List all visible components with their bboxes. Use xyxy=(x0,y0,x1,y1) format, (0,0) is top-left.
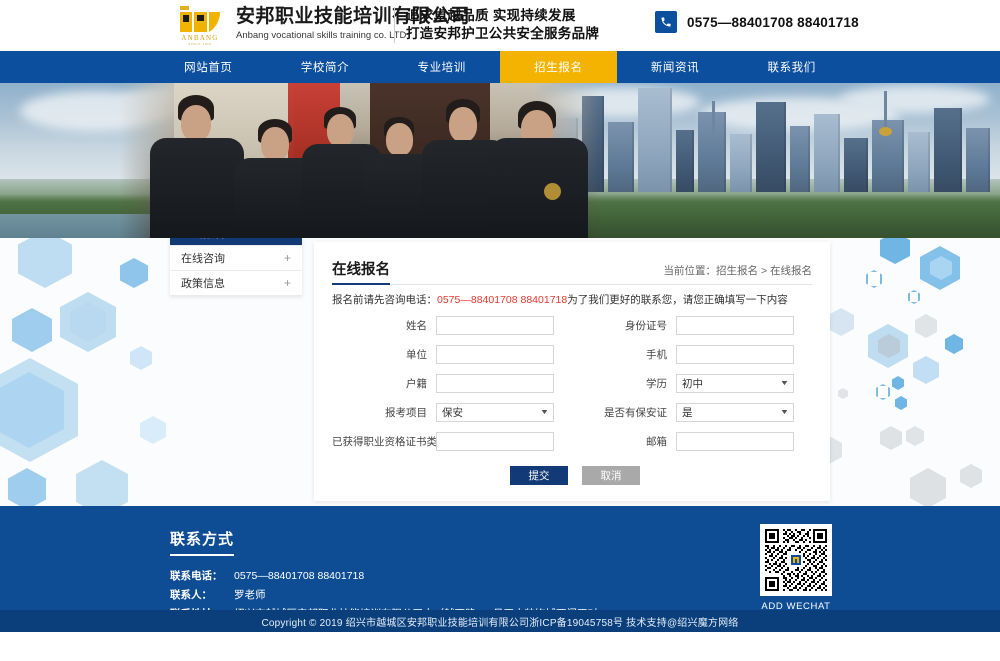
email-input[interactable] xyxy=(676,432,794,451)
nav-label: 新闻资讯 xyxy=(650,62,700,74)
phone-icon xyxy=(655,11,677,33)
anbang-logo-icon xyxy=(178,5,222,33)
mobile-input[interactable] xyxy=(676,345,794,364)
field-name: 姓名 xyxy=(332,316,572,335)
field-label: 学历 xyxy=(646,378,667,390)
form-actions: 提交 取消 xyxy=(332,466,812,485)
footer-row-phone: 联系电话： 0575—88401708 88401718 xyxy=(170,568,830,585)
nav-item-home[interactable]: 网站首页 xyxy=(150,51,267,83)
main-navigation: 网站首页 学校简介 专业培训 招生报名 新闻资讯 联系我们 xyxy=(0,51,1000,83)
field-unit: 单位 xyxy=(332,345,572,364)
wechat-qr-block: ADD WECHAT xyxy=(750,524,842,612)
chevron-down-icon: ▼ xyxy=(779,409,790,416)
sidebar-item-online-registration[interactable]: 在线报名 − xyxy=(170,238,302,246)
education-select-value: 初中 xyxy=(682,378,703,390)
nav-item-training[interactable]: 专业培训 xyxy=(383,51,500,83)
nav-item-about[interactable]: 学校简介 xyxy=(267,51,384,83)
program-select[interactable]: 保安 ▼ xyxy=(436,403,554,422)
nav-item-enrollment[interactable]: 招生报名 xyxy=(500,51,617,83)
site-footer: 联系方式 联系电话： 0575—88401708 88401718 联系人： 罗… xyxy=(0,506,1000,637)
field-label: 身份证号 xyxy=(625,320,667,332)
nav-label: 招生报名 xyxy=(534,62,583,74)
field-id-number: 身份证号 xyxy=(572,316,812,335)
footer-row-contact-person: 联系人： 罗老师 xyxy=(170,587,830,604)
has-cert-select-value: 是 xyxy=(682,407,693,419)
footer-key: 联系电话： xyxy=(170,570,223,582)
guard-figure xyxy=(488,83,592,238)
submit-button[interactable]: 提交 xyxy=(510,466,568,485)
main-content: 招生报名 招生简章 + 在线报名 − 在线咨询 + 政策信息 + xyxy=(0,238,1000,506)
program-select-value: 保安 xyxy=(442,407,463,419)
field-label: 手机 xyxy=(646,349,667,361)
form-notice: 报名前请先咨询电话：0575—88401708 88401718为了我们更好的联… xyxy=(332,292,812,307)
field-education: 学历 初中 ▼ xyxy=(572,374,812,393)
field-mobile: 手机 xyxy=(572,345,812,364)
slogan-block: 追求卓越品质 实现持续发展 打造安邦护卫公共安全服务品牌 xyxy=(406,7,599,43)
nav-item-news[interactable]: 新闻资讯 xyxy=(617,51,734,83)
banner-guards-photo xyxy=(120,83,600,238)
notice-phone: 0575—88401708 88401718 xyxy=(437,294,568,306)
sidebar: 招生报名 招生简章 + 在线报名 − 在线咨询 + 政策信息 + xyxy=(170,238,302,296)
chevron-down-icon: ▼ xyxy=(539,409,550,416)
household-input[interactable] xyxy=(436,374,554,393)
field-obtained-cert: 已获得职业资格证书类型 xyxy=(332,432,572,451)
nav-label: 联系我们 xyxy=(767,62,816,74)
has-cert-select[interactable]: 是 ▼ xyxy=(676,403,794,422)
unit-input[interactable] xyxy=(436,345,554,364)
field-program: 报考项目 保安 ▼ xyxy=(332,403,572,422)
sidebar-item-label: 在线咨询 xyxy=(181,253,225,265)
chevron-down-icon: ▼ xyxy=(779,380,790,387)
expand-plus-icon: + xyxy=(283,251,291,265)
page-root: ANBANG SINCE 2009 安邦职业技能培训有限公司 Anbang vo… xyxy=(0,0,1000,661)
notice-prefix: 报名前请先咨询电话： xyxy=(332,294,437,306)
sidebar-item-label: 在线报名 xyxy=(181,238,225,241)
field-label: 邮箱 xyxy=(646,436,667,448)
field-has-cert: 是否有保安证 是 ▼ xyxy=(572,403,812,422)
header-phone: 0575—88401708 88401718 xyxy=(655,11,859,33)
field-label: 单位 xyxy=(406,349,427,361)
nav-item-contact[interactable]: 联系我们 xyxy=(733,51,850,83)
page-title: 在线报名 xyxy=(332,258,390,285)
registration-form: 姓名 身份证号 单位 手机 户籍 学历 初中 ▼ 报考项目 保安 ▼ 是否有保安… xyxy=(332,316,812,451)
education-select[interactable]: 初中 ▼ xyxy=(676,374,794,393)
site-header: ANBANG SINCE 2009 安邦职业技能培训有限公司 Anbang vo… xyxy=(0,0,1000,51)
sidebar-item-online-consult[interactable]: 在线咨询 + xyxy=(170,246,302,271)
field-household: 户籍 xyxy=(332,374,572,393)
registration-panel: 在线报名 当前位置：招生报名 > 在线报名 报名前请先咨询电话：0575—884… xyxy=(314,242,830,501)
notice-suffix: 为了我们更好的联系您，请您正确填写一下内容 xyxy=(567,294,788,306)
site-logo[interactable]: ANBANG SINCE 2009 xyxy=(172,2,228,49)
collapse-minus-icon: − xyxy=(284,238,291,240)
field-label: 姓名 xyxy=(406,320,427,332)
hero-banner xyxy=(0,83,1000,238)
slogan-line-1: 追求卓越品质 实现持续发展 xyxy=(406,8,576,23)
field-label: 已获得职业资格证书类型 xyxy=(332,436,448,448)
nav-label: 学校简介 xyxy=(300,62,350,74)
breadcrumb: 当前位置：招生报名 > 在线报名 xyxy=(663,265,812,277)
phone-number: 0575—88401708 88401718 xyxy=(687,14,859,30)
id-number-input[interactable] xyxy=(676,316,794,335)
footer-title: 联系方式 xyxy=(170,528,235,556)
nav-label: 网站首页 xyxy=(184,62,233,74)
logo-wordmark: ANBANG xyxy=(181,33,219,42)
expand-plus-icon: + xyxy=(283,276,291,290)
field-label: 是否有保安证 xyxy=(604,407,667,419)
field-email: 邮箱 xyxy=(572,432,812,451)
cancel-button[interactable]: 取消 xyxy=(582,466,640,485)
field-label: 报考项目 xyxy=(385,407,427,419)
footer-key: 联系人： xyxy=(170,589,212,601)
header-divider xyxy=(394,7,395,43)
obtained-cert-input[interactable] xyxy=(436,432,554,451)
wechat-qr-code xyxy=(760,524,832,596)
sidebar-item-policy-info[interactable]: 政策信息 + xyxy=(170,271,302,296)
nav-label: 专业培训 xyxy=(417,62,466,74)
name-input[interactable] xyxy=(436,316,554,335)
panel-header: 在线报名 当前位置：招生报名 > 在线报名 xyxy=(332,242,812,285)
field-label: 户籍 xyxy=(406,378,427,390)
copyright-bar: Copyright © 2019 绍兴市越城区安邦职业技能培训有限公司浙ICP备… xyxy=(0,610,1000,632)
slogan-line-2: 打造安邦护卫公共安全服务品牌 xyxy=(406,26,600,41)
footer-value: 罗老师 xyxy=(234,589,266,601)
sidebar-item-label: 政策信息 xyxy=(181,278,225,290)
logo-wordmark-sub: SINCE 2009 xyxy=(188,41,212,46)
footer-value: 0575—88401708 88401718 xyxy=(234,570,365,582)
